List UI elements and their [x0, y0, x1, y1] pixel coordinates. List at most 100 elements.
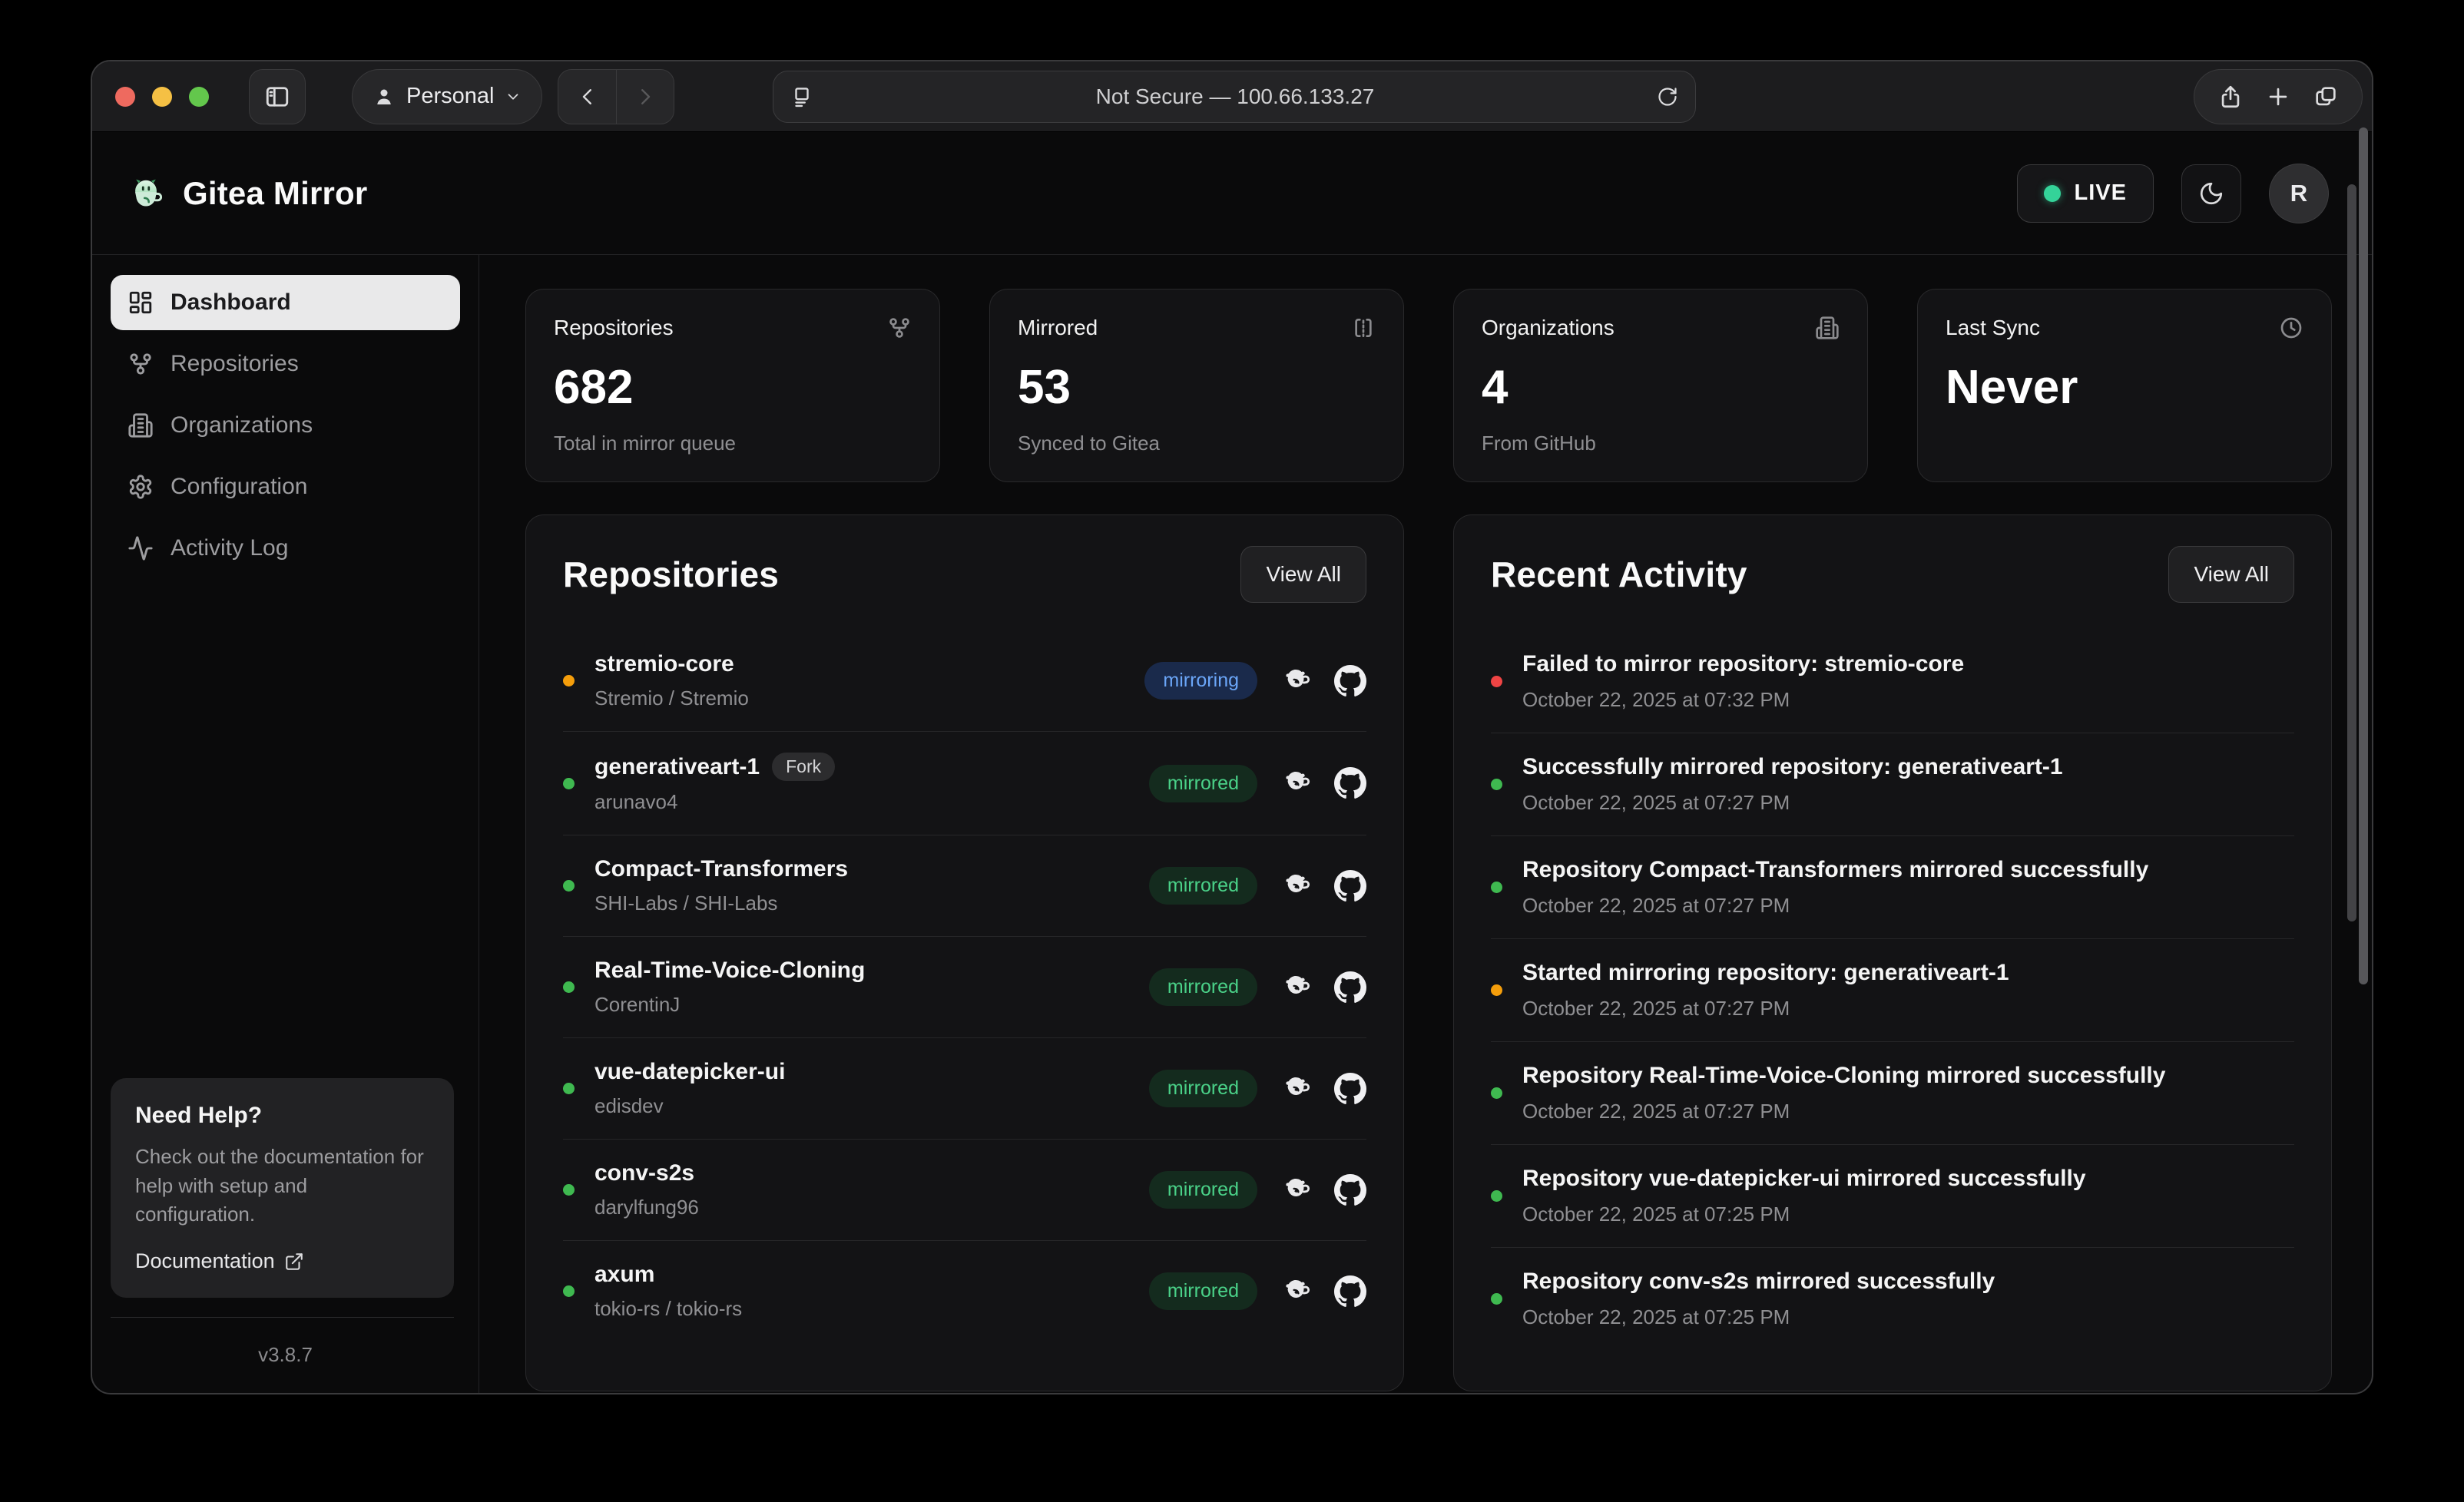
activity-text: Repository Compact-Transformers mirrored… — [1522, 857, 2294, 883]
version-label: v3.8.7 — [92, 1343, 479, 1367]
activity-item[interactable]: Successfully mirrored repository: genera… — [1491, 733, 2294, 835]
documentation-link[interactable]: Documentation — [135, 1249, 429, 1273]
new-tab-icon[interactable] — [2265, 84, 2291, 110]
repository-row[interactable]: stremio-core Stremio / Stremio mirroring — [563, 630, 1366, 731]
github-icon[interactable] — [1334, 971, 1366, 1004]
page-settings-icon[interactable] — [790, 85, 813, 108]
stat-label: Mirrored — [1018, 316, 1098, 340]
reload-icon[interactable] — [1657, 86, 1678, 108]
activity-status-dot — [1491, 779, 1502, 790]
stat-subtitle: From GitHub — [1482, 432, 1840, 455]
sidebar-item-activity-log[interactable]: Activity Log — [111, 521, 460, 576]
activity-item[interactable]: Repository vue-datepicker-ui mirrored su… — [1491, 1144, 2294, 1247]
window-controls — [115, 87, 209, 107]
github-icon[interactable] — [1334, 1174, 1366, 1206]
repository-row[interactable]: Real-Time-Voice-Cloning CorentinJ mirror… — [563, 936, 1366, 1037]
page-title: Gitea Mirror — [183, 175, 367, 212]
recent-activity-panel-title: Recent Activity — [1491, 554, 1747, 595]
share-icon[interactable] — [2217, 84, 2244, 110]
repo-status-dot — [563, 1184, 575, 1196]
repo-name: stremio-core — [594, 651, 734, 677]
moon-icon — [2198, 180, 2224, 207]
mirror-brackets-icon — [1351, 316, 1376, 340]
sidebar-divider — [111, 1317, 454, 1318]
address-bar[interactable]: Not Secure — 100.66.133.27 — [773, 71, 1696, 123]
activity-item[interactable]: Failed to mirror repository: stremio-cor… — [1491, 630, 2294, 733]
sidebar-item-dashboard[interactable]: Dashboard — [111, 275, 460, 330]
github-icon[interactable] — [1334, 665, 1366, 697]
gitea-icon[interactable] — [1278, 868, 1313, 903]
github-icon[interactable] — [1334, 767, 1366, 799]
repo-name: vue-datepicker-ui — [594, 1059, 785, 1085]
user-avatar[interactable]: R — [2269, 164, 2329, 223]
gitea-icon[interactable] — [1278, 766, 1313, 800]
activity-timestamp: October 22, 2025 at 07:27 PM — [1522, 894, 2294, 918]
activity-timestamp: October 22, 2025 at 07:27 PM — [1522, 1100, 2294, 1123]
sidebar-item-organizations[interactable]: Organizations — [111, 398, 460, 453]
repo-owner: CorentinJ — [594, 993, 865, 1017]
chevron-down-icon — [505, 88, 522, 105]
repository-row[interactable]: vue-datepicker-ui edisdev mirrored — [563, 1037, 1366, 1139]
browser-window: Personal Not Secure — 100.66.133.27 — [91, 60, 2373, 1394]
github-icon[interactable] — [1334, 1275, 1366, 1308]
gitea-icon[interactable] — [1278, 970, 1313, 1004]
help-body: Check out the documentation for help wit… — [135, 1143, 429, 1229]
git-fork-icon — [128, 351, 154, 377]
activity-text: Repository conv-s2s mirrored successfull… — [1522, 1269, 2294, 1295]
history-nav-group — [558, 69, 674, 124]
github-icon[interactable] — [1334, 1073, 1366, 1105]
gitea-icon[interactable] — [1278, 1071, 1313, 1106]
sidebar-item-label: Configuration — [171, 474, 307, 500]
stat-value: 4 — [1482, 360, 1840, 415]
activity-item[interactable]: Repository Compact-Transformers mirrored… — [1491, 835, 2294, 938]
url-text: Not Secure — 100.66.133.27 — [813, 84, 1657, 109]
zoom-window-button[interactable] — [189, 87, 209, 107]
repository-row[interactable]: axum tokio-rs / tokio-rs mirrored — [563, 1240, 1366, 1342]
repo-owner: Stremio / Stremio — [594, 686, 749, 710]
activity-item[interactable]: Repository Real-Time-Voice-Cloning mirro… — [1491, 1041, 2294, 1144]
forward-button[interactable] — [616, 70, 674, 124]
brand[interactable]: Gitea Mirror — [129, 175, 367, 212]
activity-item[interactable]: Repository conv-s2s mirrored successfull… — [1491, 1247, 2294, 1350]
profile-menu-button[interactable]: Personal — [352, 69, 542, 124]
activity-text: Started mirroring repository: generative… — [1522, 960, 2294, 986]
recent-activity-panel: Recent Activity View All Failed to mirro… — [1453, 514, 2332, 1391]
activity-item[interactable]: Started mirroring repository: generative… — [1491, 938, 2294, 1041]
repositories-view-all-button[interactable]: View All — [1240, 546, 1366, 603]
window-scrollbar[interactable] — [2359, 127, 2368, 984]
theme-toggle-button[interactable] — [2181, 164, 2241, 223]
help-card: Need Help? Check out the documentation f… — [111, 1078, 454, 1298]
page-scrollbar[interactable] — [2347, 184, 2356, 921]
stats-row: Repositories 682 Total in mirror queue M… — [525, 289, 2332, 482]
sidebar-toggle-button[interactable] — [249, 69, 306, 124]
repo-name: conv-s2s — [594, 1160, 694, 1186]
activity-view-all-button[interactable]: View All — [2168, 546, 2294, 603]
profile-label: Personal — [406, 84, 494, 109]
back-button[interactable] — [558, 70, 616, 124]
gitea-icon[interactable] — [1278, 663, 1313, 698]
tab-overview-icon[interactable] — [2313, 84, 2339, 110]
repository-row[interactable]: generativeart-1 Fork arunavo4 mirrored — [563, 731, 1366, 835]
repository-row[interactable]: Compact-Transformers SHI-Labs / SHI-Labs… — [563, 835, 1366, 936]
gear-icon — [128, 474, 154, 500]
stat-value: 682 — [554, 360, 912, 415]
sidebar-item-repositories[interactable]: Repositories — [111, 336, 460, 392]
repo-name: Compact-Transformers — [594, 856, 848, 882]
stat-value: Never — [1946, 360, 2303, 415]
sidebar-item-configuration[interactable]: Configuration — [111, 459, 460, 514]
gitea-icon[interactable] — [1278, 1274, 1313, 1308]
stat-card-last-sync: Last Sync Never — [1917, 289, 2332, 482]
live-status-badge[interactable]: LIVE — [2017, 164, 2154, 223]
chevron-left-icon — [576, 85, 599, 108]
github-icon[interactable] — [1334, 870, 1366, 902]
browser-toolbar: Personal Not Secure — 100.66.133.27 — [92, 61, 2372, 132]
app-header: Gitea Mirror LIVE R — [92, 132, 2372, 255]
close-window-button[interactable] — [115, 87, 135, 107]
minimize-window-button[interactable] — [152, 87, 172, 107]
activity-list: Failed to mirror repository: stremio-cor… — [1491, 630, 2294, 1350]
repo-owner: edisdev — [594, 1094, 785, 1118]
activity-status-dot — [1491, 1087, 1502, 1099]
repository-row[interactable]: conv-s2s darylfung96 mirrored — [563, 1139, 1366, 1240]
gitea-icon[interactable] — [1278, 1173, 1313, 1207]
git-fork-icon — [887, 316, 912, 340]
